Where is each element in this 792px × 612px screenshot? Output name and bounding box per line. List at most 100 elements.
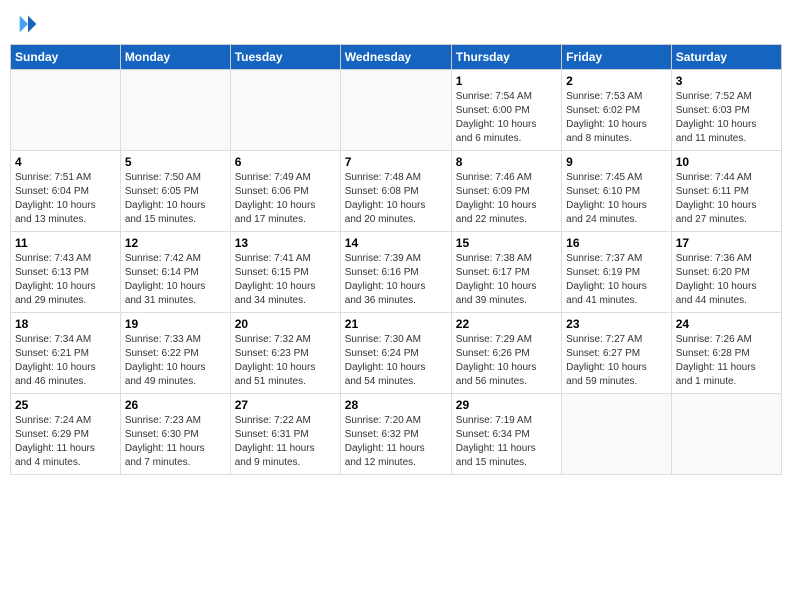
calendar-cell: 20 Sunrise: 7:32 AM Sunset: 6:23 PM Dayli… [230, 313, 340, 394]
day-info: Sunrise: 7:49 AM Sunset: 6:06 PM Dayligh… [235, 171, 336, 227]
day-number: 13 [235, 236, 336, 250]
day-number: 20 [235, 317, 336, 331]
weekday-header-friday: Friday [562, 45, 672, 70]
day-info: Sunrise: 7:52 AM Sunset: 6:03 PM Dayligh… [676, 90, 777, 146]
day-number: 28 [345, 398, 447, 412]
day-number: 10 [676, 155, 777, 169]
calendar-cell [11, 70, 121, 151]
day-info: Sunrise: 7:45 AM Sunset: 6:10 PM Dayligh… [566, 171, 667, 227]
day-info: Sunrise: 7:34 AM Sunset: 6:21 PM Dayligh… [15, 333, 116, 389]
day-number: 24 [676, 317, 777, 331]
day-number: 8 [456, 155, 557, 169]
day-info: Sunrise: 7:19 AM Sunset: 6:34 PM Dayligh… [456, 414, 557, 470]
calendar-cell [120, 70, 230, 151]
day-number: 26 [125, 398, 226, 412]
day-number: 29 [456, 398, 557, 412]
calendar-cell: 4 Sunrise: 7:51 AM Sunset: 6:04 PM Daylig… [11, 151, 121, 232]
day-info: Sunrise: 7:33 AM Sunset: 6:22 PM Dayligh… [125, 333, 226, 389]
day-number: 4 [15, 155, 116, 169]
calendar-cell: 14Sunrise: 7:39 AM Sunset: 6:16 PM Dayli… [340, 232, 451, 313]
day-number: 23 [566, 317, 667, 331]
day-info: Sunrise: 7:50 AM Sunset: 6:05 PM Dayligh… [125, 171, 226, 227]
calendar-cell: 10 Sunrise: 7:44 AM Sunset: 6:11 PM Dayli… [671, 151, 781, 232]
day-info: Sunrise: 7:36 AM Sunset: 6:20 PM Dayligh… [676, 252, 777, 308]
calendar-cell: 24 Sunrise: 7:26 AM Sunset: 6:28 PM Dayli… [671, 313, 781, 394]
calendar-cell: 6 Sunrise: 7:49 AM Sunset: 6:06 PM Daylig… [230, 151, 340, 232]
calendar-cell: 26 Sunrise: 7:23 AM Sunset: 6:30 PM Dayli… [120, 394, 230, 475]
day-number: 3 [676, 74, 777, 88]
calendar-cell: 29 Sunrise: 7:19 AM Sunset: 6:34 PM Dayli… [451, 394, 561, 475]
weekday-header-tuesday: Tuesday [230, 45, 340, 70]
weekday-header-wednesday: Wednesday [340, 45, 451, 70]
calendar-cell: 19 Sunrise: 7:33 AM Sunset: 6:22 PM Dayli… [120, 313, 230, 394]
day-info: Sunrise: 7:32 AM Sunset: 6:23 PM Dayligh… [235, 333, 336, 389]
calendar-cell: 25Sunrise: 7:24 AM Sunset: 6:29 PM Dayli… [11, 394, 121, 475]
day-info: Sunrise: 7:37 AM Sunset: 6:19 PM Dayligh… [566, 252, 667, 308]
calendar-cell: 8 Sunrise: 7:46 AM Sunset: 6:09 PM Daylig… [451, 151, 561, 232]
day-number: 16 [566, 236, 667, 250]
calendar-cell: 22 Sunrise: 7:29 AM Sunset: 6:26 PM Dayli… [451, 313, 561, 394]
day-info: Sunrise: 7:23 AM Sunset: 6:30 PM Dayligh… [125, 414, 226, 470]
day-number: 27 [235, 398, 336, 412]
weekday-header-sunday: Sunday [11, 45, 121, 70]
calendar-cell: 23 Sunrise: 7:27 AM Sunset: 6:27 PM Dayli… [562, 313, 672, 394]
weekday-header-monday: Monday [120, 45, 230, 70]
weekday-header-thursday: Thursday [451, 45, 561, 70]
day-info: Sunrise: 7:54 AM Sunset: 6:00 PM Dayligh… [456, 90, 557, 146]
calendar-cell: 28Sunrise: 7:20 AM Sunset: 6:32 PM Dayli… [340, 394, 451, 475]
day-number: 22 [456, 317, 557, 331]
day-info: Sunrise: 7:29 AM Sunset: 6:26 PM Dayligh… [456, 333, 557, 389]
calendar-cell: 21 Sunrise: 7:30 AM Sunset: 6:24 PM Dayli… [340, 313, 451, 394]
day-number: 5 [125, 155, 226, 169]
day-info: Sunrise: 7:46 AM Sunset: 6:09 PM Dayligh… [456, 171, 557, 227]
calendar-cell: 16 Sunrise: 7:37 AM Sunset: 6:19 PM Dayli… [562, 232, 672, 313]
calendar-cell: 9 Sunrise: 7:45 AM Sunset: 6:10 PM Daylig… [562, 151, 672, 232]
day-number: 1 [456, 74, 557, 88]
day-number: 12 [125, 236, 226, 250]
calendar-cell [671, 394, 781, 475]
day-info: Sunrise: 7:27 AM Sunset: 6:27 PM Dayligh… [566, 333, 667, 389]
calendar-cell [230, 70, 340, 151]
day-number: 9 [566, 155, 667, 169]
calendar-week-row: 25Sunrise: 7:24 AM Sunset: 6:29 PM Dayli… [11, 394, 782, 475]
day-number: 25 [15, 398, 116, 412]
calendar-table: SundayMondayTuesdayWednesdayThursdayFrid… [10, 44, 782, 475]
day-info: Sunrise: 7:41 AM Sunset: 6:15 PM Dayligh… [235, 252, 336, 308]
calendar-cell: 12 Sunrise: 7:42 AM Sunset: 6:14 PM Dayli… [120, 232, 230, 313]
calendar-cell: 1 Sunrise: 7:54 AM Sunset: 6:00 PM Daylig… [451, 70, 561, 151]
calendar-cell: 18 Sunrise: 7:34 AM Sunset: 6:21 PM Dayli… [11, 313, 121, 394]
calendar-week-row: 1 Sunrise: 7:54 AM Sunset: 6:00 PM Daylig… [11, 70, 782, 151]
calendar-cell [340, 70, 451, 151]
day-info: Sunrise: 7:48 AM Sunset: 6:08 PM Dayligh… [345, 171, 447, 227]
weekday-header-saturday: Saturday [671, 45, 781, 70]
day-info: Sunrise: 7:53 AM Sunset: 6:02 PM Dayligh… [566, 90, 667, 146]
logo [16, 14, 38, 34]
day-info: Sunrise: 7:42 AM Sunset: 6:14 PM Dayligh… [125, 252, 226, 308]
day-info: Sunrise: 7:51 AM Sunset: 6:04 PM Dayligh… [15, 171, 116, 227]
day-info: Sunrise: 7:44 AM Sunset: 6:11 PM Dayligh… [676, 171, 777, 227]
calendar-cell: 5 Sunrise: 7:50 AM Sunset: 6:05 PM Daylig… [120, 151, 230, 232]
day-number: 18 [15, 317, 116, 331]
calendar-cell: 13 Sunrise: 7:41 AM Sunset: 6:15 PM Dayli… [230, 232, 340, 313]
calendar-cell: 2 Sunrise: 7:53 AM Sunset: 6:02 PM Daylig… [562, 70, 672, 151]
day-number: 17 [676, 236, 777, 250]
day-info: Sunrise: 7:30 AM Sunset: 6:24 PM Dayligh… [345, 333, 447, 389]
logo-icon [18, 14, 38, 34]
day-number: 15 [456, 236, 557, 250]
calendar-week-row: 18 Sunrise: 7:34 AM Sunset: 6:21 PM Dayli… [11, 313, 782, 394]
calendar-cell: 7Sunrise: 7:48 AM Sunset: 6:08 PM Daylig… [340, 151, 451, 232]
day-number: 11 [15, 236, 116, 250]
page-header [10, 10, 782, 38]
day-number: 14 [345, 236, 447, 250]
calendar-week-row: 4 Sunrise: 7:51 AM Sunset: 6:04 PM Daylig… [11, 151, 782, 232]
day-number: 6 [235, 155, 336, 169]
calendar-cell [562, 394, 672, 475]
day-number: 19 [125, 317, 226, 331]
day-number: 2 [566, 74, 667, 88]
day-info: Sunrise: 7:22 AM Sunset: 6:31 PM Dayligh… [235, 414, 336, 470]
calendar-cell: 27 Sunrise: 7:22 AM Sunset: 6:31 PM Dayli… [230, 394, 340, 475]
day-info: Sunrise: 7:26 AM Sunset: 6:28 PM Dayligh… [676, 333, 777, 389]
day-info: Sunrise: 7:43 AM Sunset: 6:13 PM Dayligh… [15, 252, 116, 308]
calendar-cell: 11 Sunrise: 7:43 AM Sunset: 6:13 PM Dayli… [11, 232, 121, 313]
day-number: 21 [345, 317, 447, 331]
